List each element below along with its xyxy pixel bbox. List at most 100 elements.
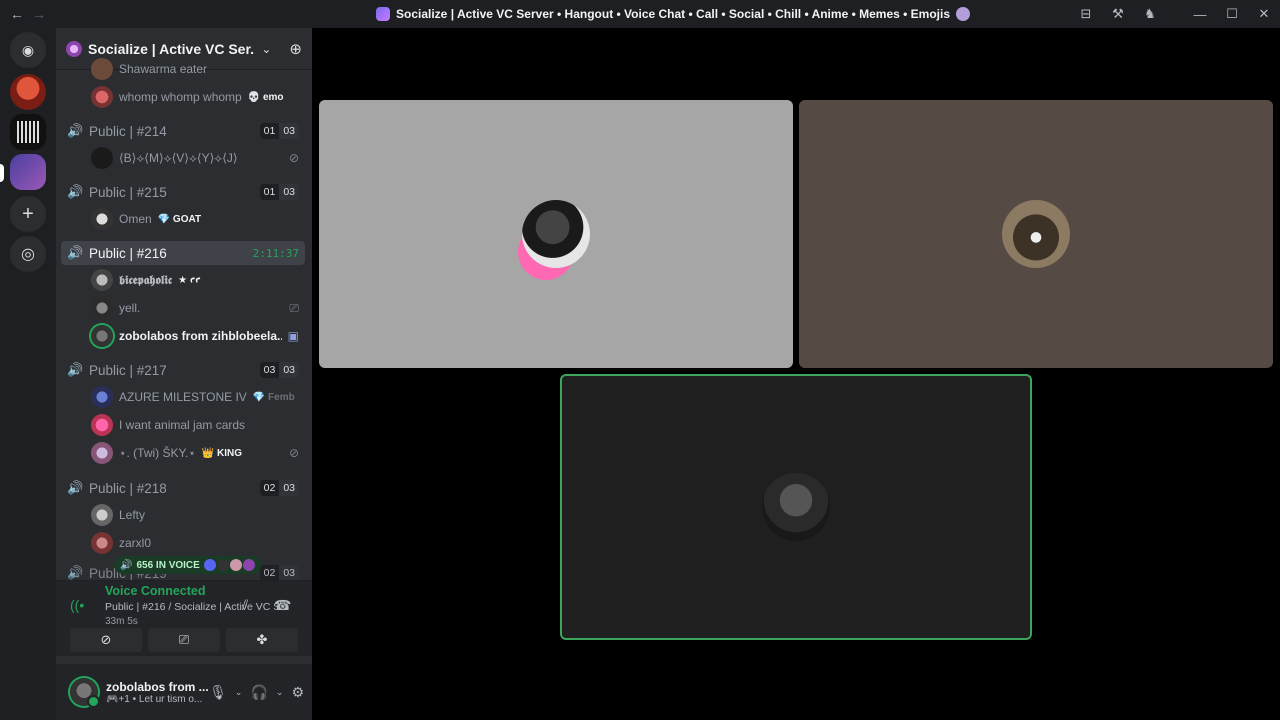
voice-user[interactable]: Lefty — [91, 503, 305, 527]
role-tag: 👑 KING — [201, 447, 243, 459]
voice-user[interactable]: whomp whomp whomp 💀 emo — [91, 85, 305, 109]
voice-user[interactable]: AZURE MILESTONE IV 💎 Femb — [91, 385, 305, 409]
title-bar: ← → Socialize | Active VC Server • Hango… — [0, 0, 1280, 28]
avatar — [91, 297, 113, 319]
voice-channel-214[interactable]: 🔊 Public | #214 01 03 — [61, 119, 305, 143]
history-nav: ← → — [0, 6, 60, 22]
user-name: yell. — [119, 301, 141, 315]
voice-call-stage — [312, 28, 1280, 720]
speaker-icon: 🔊 — [67, 480, 84, 495]
voice-user[interactable]: 𝖇𝖎𝖈𝖊𝖕𝖆𝖍𝖔𝖑𝖎𝖈 ★ ꜥꜥ — [91, 268, 305, 292]
settings-gear-icon[interactable]: ⚙ — [291, 684, 304, 701]
disconnect-icon[interactable]: ☎ — [274, 597, 291, 614]
chevron-down-icon[interactable]: ⌄ — [276, 687, 284, 698]
signal-icon[interactable]: ((• — [70, 597, 84, 613]
explore-icon[interactable]: ◎ — [10, 236, 46, 272]
in-voice-pill[interactable]: 🔊 656 IN VOICE — [114, 556, 261, 574]
role-tag: ★ ꜥꜥ — [178, 274, 201, 286]
microphone-icon[interactable]: 🎙 — [209, 684, 227, 701]
channel-name: Public | #216 — [89, 245, 167, 261]
channel-name: Public | #214 — [89, 123, 167, 139]
playstation-icon: ⎚ — [289, 300, 299, 315]
invite-icon[interactable]: ⊕ — [289, 40, 302, 58]
voice-status-title[interactable]: Voice Connected — [105, 584, 205, 598]
avatar[interactable] — [70, 678, 100, 708]
voice-channel-path[interactable]: Public | #216 / Socialize | Active VC S.… — [105, 601, 281, 613]
headset-icon[interactable]: 🎧 — [250, 684, 267, 701]
avatar — [91, 269, 113, 291]
server-icon-red[interactable] — [10, 74, 46, 110]
participant-tile[interactable] — [319, 100, 793, 368]
avatar — [91, 325, 113, 347]
role-tag: 💎 Femb — [252, 391, 295, 403]
voice-user-self[interactable]: zobolabos from zihblobeela... ▣ — [91, 324, 305, 348]
activity-icon: ▣ — [287, 329, 299, 343]
maximize-button[interactable]: ☐ — [1216, 6, 1248, 22]
window-title-text: Socialize | Active VC Server • Hangout •… — [396, 7, 951, 21]
user-name: I want animal jam cards — [119, 418, 246, 432]
current-user-name: zobolabos from ... — [106, 679, 209, 694]
channel-sidebar: Socialize | Active VC Ser... ⌄ ⊕ Shawarm… — [56, 28, 312, 720]
voice-channel-216[interactable]: 🔊 Public | #216 2:11:37 — [61, 241, 305, 265]
activities-button[interactable]: ✤ — [226, 628, 298, 652]
call-timer: 2:11:37 — [252, 246, 299, 260]
voice-user[interactable]: ⋆. (Twi) ŠKY.⋆ 👑 KING ⊘ — [91, 441, 305, 465]
back-arrow-icon[interactable]: ← — [10, 6, 24, 22]
server-icon-dark[interactable] — [10, 114, 46, 150]
voice-channel-215[interactable]: 🔊 Public | #215 01 03 — [61, 180, 305, 204]
forward-arrow-icon[interactable]: → — [32, 6, 46, 22]
titlebar-controls: ⊟ ⚒ ♞ — ☐ ✕ — [1070, 0, 1280, 28]
apps-icon[interactable]: ♞ — [1134, 6, 1166, 22]
participant-tile-speaking[interactable] — [560, 374, 1032, 640]
user-name: ⋆. (Twi) ŠKY.⋆ — [119, 446, 196, 460]
avatar — [91, 86, 113, 108]
user-info[interactable]: zobolabos from ... 🎮+1 • Let ur tism o..… — [106, 680, 209, 705]
avatar — [91, 386, 113, 408]
discord-home-icon[interactable]: ◉ — [10, 32, 46, 68]
server-badge-icon — [66, 40, 82, 57]
screen-share-button[interactable]: ⎚ — [148, 628, 220, 652]
add-server-icon[interactable]: + — [10, 196, 46, 232]
close-button[interactable]: ✕ — [1248, 6, 1280, 22]
avatar — [91, 442, 113, 464]
user-count: 02 03 — [259, 565, 299, 581]
avatar — [91, 147, 113, 169]
user-name: Shawarma eater — [119, 62, 208, 76]
speaker-icon: 🔊 — [67, 565, 84, 580]
voice-user[interactable]: I want animal jam cards — [91, 413, 305, 437]
avatar — [91, 532, 113, 554]
chevron-down-icon[interactable]: ⌄ — [235, 687, 243, 698]
voice-user[interactable]: yell. ⎚ — [91, 296, 305, 320]
muted-icon: ⊘ — [288, 446, 299, 460]
minimize-button[interactable]: — — [1184, 7, 1216, 22]
user-count: 01 03 — [259, 123, 299, 139]
participant-tile[interactable] — [799, 100, 1273, 368]
voice-user[interactable]: Omen 💎 GOAT — [91, 207, 305, 231]
emoji-icon — [956, 7, 971, 21]
camera-off-button[interactable]: ⊘ — [70, 628, 142, 652]
server-icon-socialize[interactable] — [10, 154, 46, 190]
participant-avatar — [762, 473, 830, 541]
speaker-icon: 🔊 — [67, 362, 84, 377]
user-name: zarxl0 — [119, 536, 152, 550]
server-rail: ◉ + ◎ — [0, 28, 56, 720]
participant-avatar — [1002, 200, 1070, 268]
voice-user[interactable]: zarxl0 — [91, 531, 305, 555]
user-controls: 🎙 ⌄ 🎧 ⌄ ⚙ — [209, 684, 304, 701]
voice-channel-218[interactable]: 🔊 Public | #218 02 03 — [61, 476, 305, 500]
noise-suppression-icon[interactable]: ⫽ — [242, 597, 248, 614]
server-icon — [376, 7, 390, 21]
voice-channel-217[interactable]: 🔊 Public | #217 03 03 — [61, 358, 305, 382]
voice-actions: ⊘ ⎚ ✤ — [56, 628, 312, 652]
muted-icon: ⊘ — [288, 151, 299, 165]
voice-user[interactable]: ⟨B⟩⟡⟨M⟩⟡⟨V⟩⟡⟨Y⟩⟡⟨J⟩ ⊘ — [91, 146, 305, 170]
in-voice-count: 656 IN VOICE — [136, 559, 200, 571]
inbox-icon[interactable]: ⊟ — [1070, 6, 1102, 22]
channel-name: Public | #218 — [89, 480, 167, 496]
user-name: AZURE MILESTONE IV — [119, 390, 247, 404]
voice-user[interactable]: Shawarma eater — [91, 58, 305, 80]
chevron-down-icon[interactable]: ⌄ — [261, 42, 271, 56]
user-name: Lefty — [119, 508, 146, 522]
avatar — [91, 504, 113, 526]
tools-icon[interactable]: ⚒ — [1102, 6, 1134, 22]
